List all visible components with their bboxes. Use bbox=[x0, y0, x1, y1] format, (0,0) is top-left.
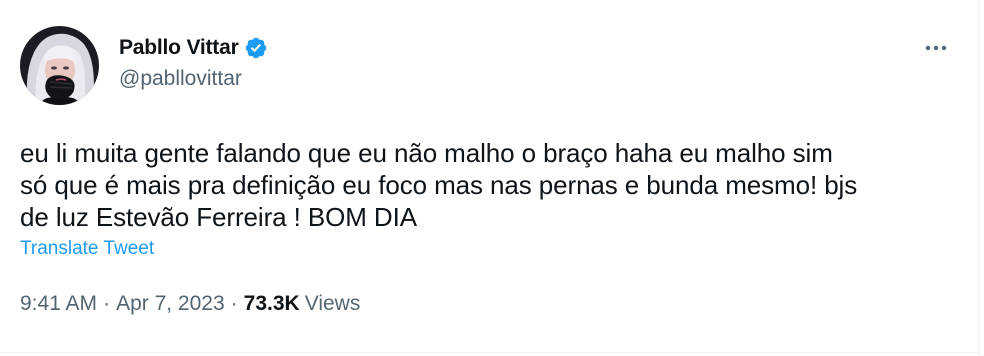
tweet-text: eu li muita gente falando que eu não mal… bbox=[20, 137, 960, 233]
tweet-meta: 9:41 AM · Apr 7, 2023 · 73.3K Views bbox=[20, 292, 360, 316]
author-handle[interactable]: @pabllovittar bbox=[119, 67, 268, 91]
author-block: Pabllo Vittar @pabllovittar bbox=[119, 34, 268, 91]
author-display-name[interactable]: Pabllo Vittar bbox=[119, 36, 239, 60]
tweet-date[interactable]: Apr 7, 2023 bbox=[116, 292, 225, 316]
bottom-divider bbox=[0, 352, 980, 353]
views-label: Views bbox=[304, 292, 361, 315]
translate-tweet-link[interactable]: Translate Tweet bbox=[20, 238, 154, 260]
tweet-text-line: só que é mais pra definição eu foco mas … bbox=[20, 170, 858, 200]
tweet-text-line: de luz Estevão Ferreira ! BOM DIA bbox=[20, 202, 417, 232]
avatar[interactable] bbox=[20, 26, 99, 105]
verified-badge-icon[interactable] bbox=[244, 36, 268, 60]
right-divider bbox=[979, 0, 980, 356]
more-horizontal-icon[interactable] bbox=[922, 34, 950, 62]
meta-separator: · bbox=[103, 292, 111, 315]
meta-separator: · bbox=[230, 292, 238, 315]
author-name-row: Pabllo Vittar bbox=[119, 34, 268, 62]
tweet-text-line: eu li muita gente falando que eu não mal… bbox=[20, 138, 833, 168]
tweet-time[interactable]: 9:41 AM bbox=[20, 292, 97, 316]
avatar-image bbox=[20, 26, 99, 105]
views-count: 73.3K bbox=[243, 292, 300, 315]
